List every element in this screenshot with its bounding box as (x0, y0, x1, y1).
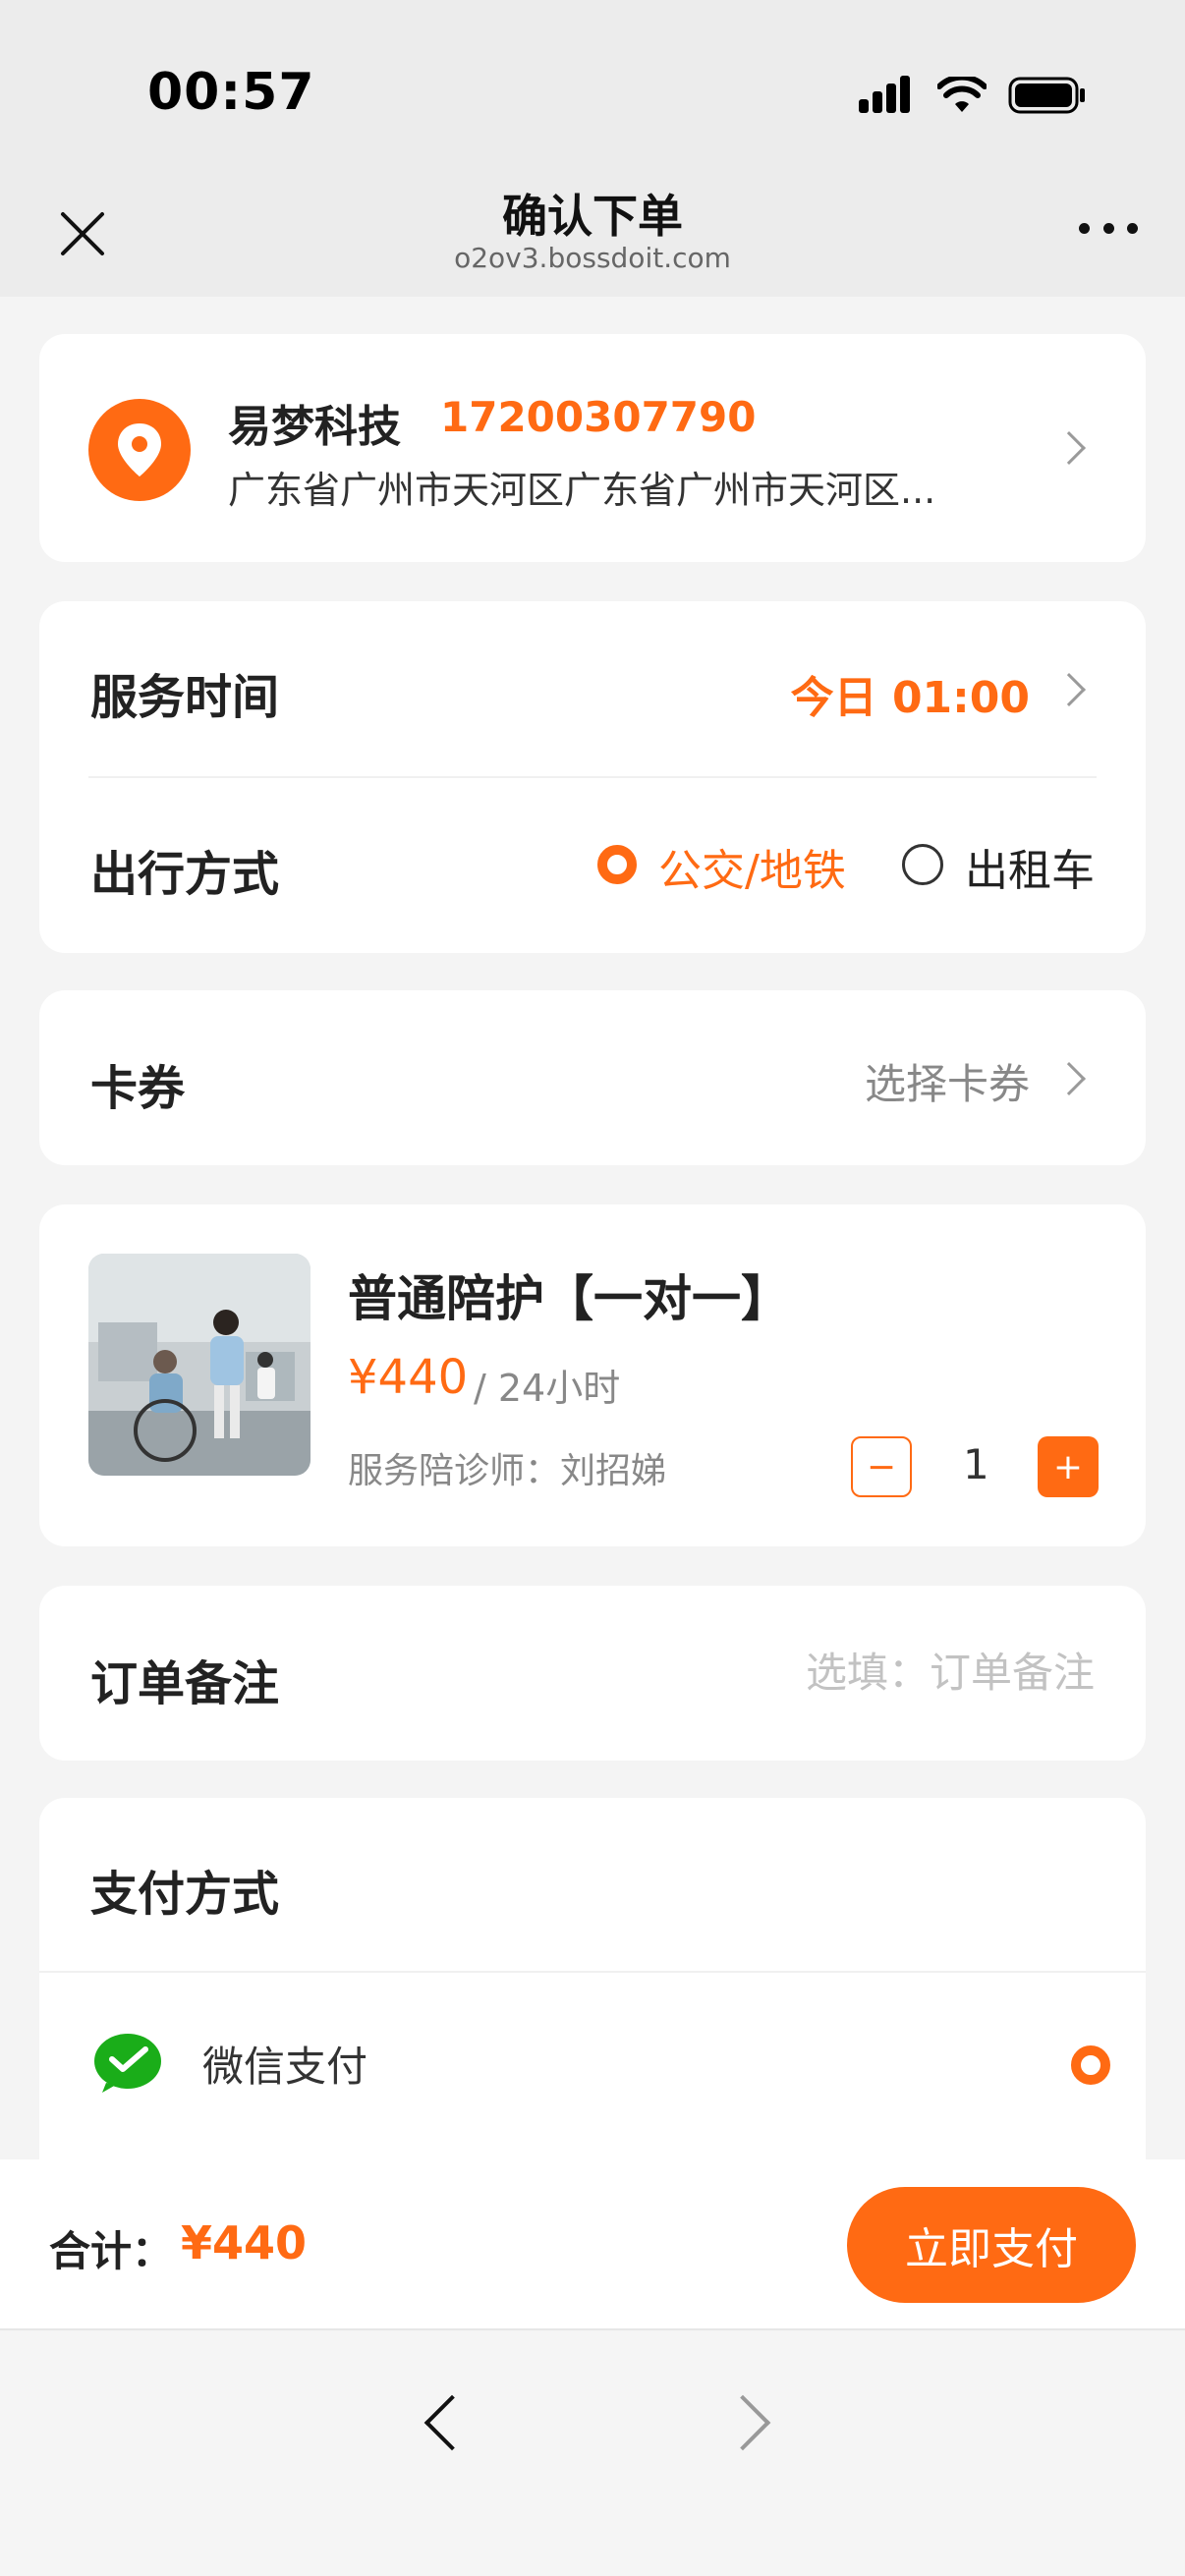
chevron-right-icon (1052, 1062, 1086, 1095)
signal-icon (859, 76, 910, 113)
status-time: 00:57 (147, 63, 315, 122)
page-title: 确认下单 (502, 190, 683, 243)
product-title: 普通陪护【一对一】 (348, 1270, 790, 1327)
pay-now-button[interactable]: 立即支付 (847, 2187, 1136, 2303)
remark-card: 订单备注 (39, 1586, 1146, 1761)
coupon-card[interactable]: 卡券 选择卡券 (39, 990, 1146, 1165)
status-bar: 00:57 (0, 0, 1185, 177)
wifi-icon (937, 77, 987, 112)
payment-method-wechat[interactable]: 微信支付 (202, 2034, 367, 2094)
remark-input[interactable] (603, 1643, 1095, 1702)
coupon-label: 卡券 (90, 1061, 186, 1116)
coupon-select[interactable]: 选择卡券 (865, 1051, 1030, 1111)
payment-card: 支付方式 微信支付 (39, 1798, 1146, 2191)
option-bus-metro[interactable]: 公交/地铁 (658, 835, 846, 898)
radio-wechat-pay[interactable] (1071, 2045, 1110, 2085)
product-card: 普通陪护【一对一】 ¥440 / 24小时 服务陪诊师：刘招娣 − 1 + (39, 1204, 1146, 1546)
forward-arrow-icon[interactable] (714, 2394, 771, 2451)
total-value: ¥440 (181, 2216, 308, 2269)
divider (39, 1971, 1146, 1973)
product-price: ¥440 (348, 1350, 469, 1405)
quantity-value: 1 (963, 1440, 989, 1488)
address-name: 易梦科技 (228, 402, 401, 452)
product-unit: / 24小时 (474, 1367, 621, 1410)
back-arrow-icon[interactable] (423, 2394, 480, 2451)
total-label: 合计： (49, 2227, 174, 2275)
address-line: 广东省广州市天河区广东省广州市天河区... (228, 469, 936, 512)
quantity-increase-button[interactable]: + (1038, 1436, 1099, 1497)
chevron-right-icon[interactable] (1052, 673, 1086, 706)
product-nurse: 服务陪诊师：刘招娣 (348, 1451, 667, 1491)
service-time-label: 服务时间 (90, 670, 280, 725)
status-icons (857, 71, 1087, 120)
page-url: o2ov3.bossdoit.com (454, 242, 731, 274)
address-phone: 17200307790 (440, 393, 757, 441)
payment-label: 支付方式 (90, 1867, 280, 1922)
location-pin-icon (88, 399, 191, 501)
more-menu-icon[interactable] (1079, 216, 1138, 240)
nav-bar: 确认下单 o2ov3.bossdoit.com (0, 177, 1185, 297)
product-image (88, 1254, 310, 1476)
remark-label: 订单备注 (90, 1656, 280, 1711)
radio-taxi[interactable] (902, 844, 943, 885)
service-time-value[interactable]: 今日 01:00 (791, 662, 1030, 725)
browser-toolbar (0, 2332, 1185, 2576)
radio-bus-metro[interactable] (597, 845, 637, 884)
quantity-decrease-button[interactable]: − (851, 1436, 912, 1497)
divider (88, 776, 1097, 778)
wechat-pay-icon (94, 2034, 161, 2093)
address-card[interactable]: 易梦科技 17200307790 广东省广州市天河区广东省广州市天河区... (39, 334, 1146, 562)
travel-mode-label: 出行方式 (90, 847, 280, 902)
option-taxi[interactable]: 出租车 (965, 835, 1095, 898)
bottom-checkout-bar: 合计： ¥440 立即支付 (0, 2159, 1185, 2330)
service-card: 服务时间 今日 01:00 出行方式 公交/地铁 出租车 (39, 601, 1146, 953)
battery-icon (1008, 77, 1085, 114)
